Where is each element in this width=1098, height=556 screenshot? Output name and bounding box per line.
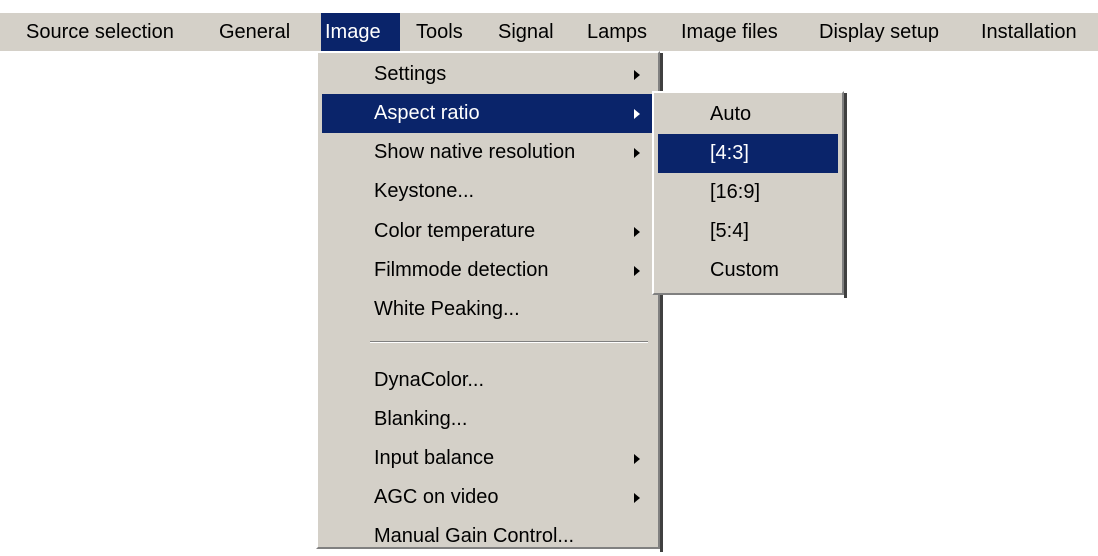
menu-item-filmmode-detection[interactable]: Filmmode detection [322,251,654,290]
menu-item-label: Filmmode detection [374,259,549,281]
menu-item-label: Show native resolution [374,141,576,163]
menubar: Source selection General Image Tools Sig… [0,13,1098,51]
menu-item-label: Manual Gain Control... [374,525,575,547]
menu-item-manual-gain-control[interactable]: Manual Gain Control... [322,517,654,556]
menu-item-label: Color temperature [374,220,536,242]
menu-item-agc-on-video[interactable]: AGC on video [322,478,654,517]
menu-item-label: DynaColor... [374,369,485,391]
menu-item-label: AGC on video [374,486,499,508]
aspect-ratio-submenu: Auto [4:3] [16:9] [5:4] Custom [652,91,847,298]
menubar-item-lamps[interactable]: Lamps [583,13,651,51]
submenu-arrow-icon [634,148,640,158]
menu-item-blanking[interactable]: Blanking... [322,400,654,439]
menu-item-label: Keystone... [374,180,475,202]
menu-item-dynacolor[interactable]: DynaColor... [322,361,654,400]
menu-item-aspect-ratio[interactable]: Aspect ratio [322,94,654,133]
menu-separator [370,341,648,343]
menu-item-label: Settings [374,63,447,85]
menubar-item-signal[interactable]: Signal [494,13,558,51]
submenu-item-16-9[interactable]: [16:9] [658,173,838,212]
menu-item-label: Aspect ratio [374,102,480,124]
menu-item-keystone[interactable]: Keystone... [322,172,654,211]
submenu-arrow-icon [634,227,640,237]
menubar-item-installation[interactable]: Installation [977,13,1081,51]
submenu-item-5-4[interactable]: [5:4] [658,212,838,251]
submenu-arrow-icon [634,266,640,276]
submenu-arrow-icon [634,493,640,503]
menubar-item-tools[interactable]: Tools [412,13,467,51]
menu-item-settings[interactable]: Settings [322,55,654,94]
submenu-arrow-icon [634,454,640,464]
menu-item-label: White Peaking... [374,298,520,320]
menu-item-label: Blanking... [374,408,468,430]
submenu-item-label: [5:4] [710,220,749,242]
submenu-item-label: [16:9] [710,181,761,203]
submenu-arrow-icon [634,109,640,119]
menubar-item-source-selection[interactable]: Source selection [22,13,178,51]
menu-item-label: Input balance [374,447,495,469]
submenu-item-label: Custom [710,259,779,281]
menu-item-input-balance[interactable]: Input balance [322,439,654,478]
submenu-item-auto[interactable]: Auto [658,95,838,134]
submenu-item-label: Auto [710,103,752,125]
menubar-item-display-setup[interactable]: Display setup [815,13,943,51]
submenu-item-4-3[interactable]: [4:3] [658,134,838,173]
submenu-item-label: [4:3] [710,142,749,164]
menubar-item-image[interactable]: Image [321,13,400,51]
menu-item-color-temperature[interactable]: Color temperature [322,212,654,251]
menubar-item-general[interactable]: General [215,13,294,51]
image-menu: Settings Aspect ratio Show native resolu… [316,51,663,552]
menu-item-show-native-resolution[interactable]: Show native resolution [322,133,654,172]
submenu-item-custom[interactable]: Custom [658,251,838,290]
submenu-arrow-icon [634,70,640,80]
menubar-item-image-files[interactable]: Image files [677,13,782,51]
menu-item-white-peaking[interactable]: White Peaking... [322,290,654,329]
